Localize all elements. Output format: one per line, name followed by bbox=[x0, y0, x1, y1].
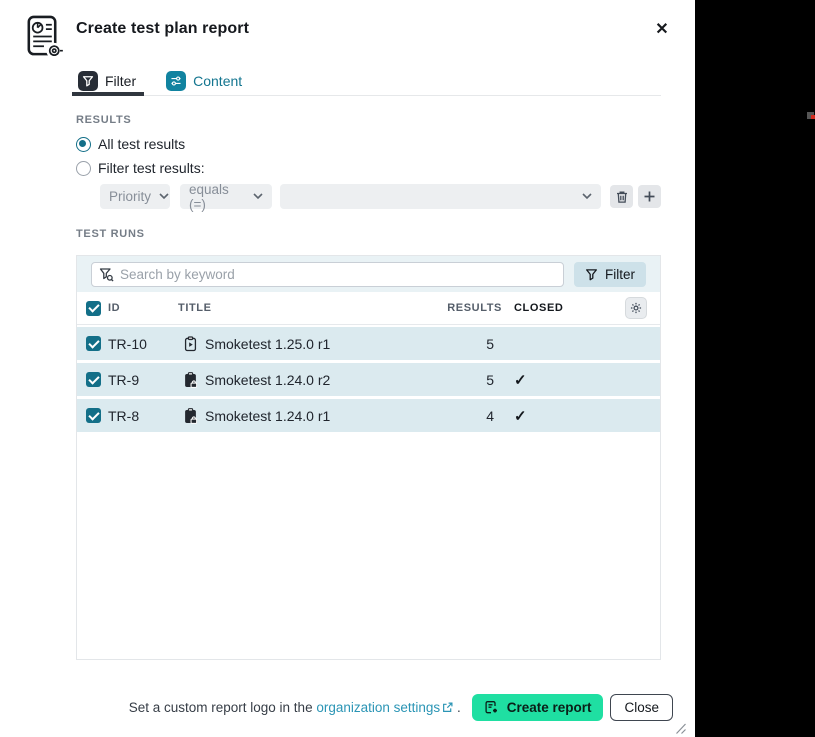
search-box bbox=[91, 262, 564, 287]
row-checkbox[interactable] bbox=[86, 336, 101, 351]
column-header-title: TITLE bbox=[178, 302, 442, 314]
table-search-bar: Filter bbox=[77, 256, 660, 292]
radio-all-label: All test results bbox=[98, 136, 185, 152]
row-results-count: 5 bbox=[442, 372, 502, 388]
resize-handle[interactable] bbox=[674, 721, 687, 735]
chevron-down-icon bbox=[159, 193, 169, 200]
row-title: Smoketest 1.24.0 r1 bbox=[205, 408, 330, 424]
content-sliders-icon bbox=[166, 71, 186, 91]
row-id: TR-10 bbox=[108, 336, 178, 352]
row-title: Smoketest 1.24.0 r2 bbox=[205, 372, 330, 388]
select-all-checkbox[interactable] bbox=[86, 301, 101, 316]
dialog-title: Create test plan report bbox=[76, 20, 249, 38]
column-header-results: RESULTS bbox=[442, 302, 502, 314]
tab-filter-label: Filter bbox=[105, 73, 136, 89]
row-closed-mark: ✓ bbox=[512, 407, 572, 425]
table-filter-label: Filter bbox=[605, 267, 635, 282]
tab-content-label: Content bbox=[193, 73, 242, 89]
table-row[interactable]: TR-10 Smoketest 1.25.0 r1 5 bbox=[77, 327, 660, 360]
operator-select-value: equals (=) bbox=[189, 182, 245, 212]
row-title: Smoketest 1.25.0 r1 bbox=[205, 336, 330, 352]
column-header-id: ID bbox=[108, 302, 178, 314]
radio-filter-test-results[interactable]: Filter test results: bbox=[76, 160, 205, 176]
test-runs-section-heading: TEST RUNS bbox=[76, 228, 145, 240]
report-document-icon bbox=[20, 13, 65, 61]
logo-note: Set a custom report logo in the organiza… bbox=[129, 700, 461, 715]
create-test-plan-report-dialog: Create test plan report ✕ Filter Content bbox=[0, 0, 695, 737]
filter-condition-row: Priority equals (=) bbox=[100, 184, 661, 209]
value-select[interactable] bbox=[280, 184, 601, 209]
row-results-count: 5 bbox=[442, 336, 502, 352]
radio-unselected-icon[interactable] bbox=[76, 161, 91, 176]
screen: Create test plan report ✕ Filter Content bbox=[0, 0, 815, 737]
table-empty-area bbox=[77, 435, 660, 659]
table-settings-button[interactable] bbox=[625, 297, 647, 319]
filter-funnel-icon bbox=[585, 268, 598, 281]
search-input[interactable] bbox=[91, 262, 564, 287]
tab-content[interactable]: Content bbox=[164, 62, 244, 95]
row-id: TR-9 bbox=[108, 372, 178, 388]
test-run-locked-icon bbox=[184, 372, 197, 388]
create-report-button[interactable]: Create report bbox=[472, 694, 604, 721]
close-button[interactable]: Close bbox=[610, 694, 673, 721]
filter-funnel-icon bbox=[78, 71, 98, 91]
table-row[interactable]: TR-8 Smoketest 1.24.0 r1 4 ✓ bbox=[77, 399, 660, 432]
table-header-row: ID TITLE RESULTS CLOSED bbox=[77, 292, 660, 325]
operator-select[interactable]: equals (=) bbox=[180, 184, 272, 209]
row-id: TR-8 bbox=[108, 408, 178, 424]
logo-note-period: . bbox=[457, 700, 461, 715]
radio-filter-label: Filter test results: bbox=[98, 160, 205, 176]
row-checkbox[interactable] bbox=[86, 408, 101, 423]
radio-selected-icon[interactable] bbox=[76, 137, 91, 152]
tab-bar: Filter Content bbox=[76, 62, 661, 96]
results-section-heading: RESULTS bbox=[76, 114, 131, 126]
dialog-footer: Set a custom report logo in the organiza… bbox=[0, 693, 673, 722]
chevron-down-icon bbox=[253, 193, 263, 200]
organization-settings-link[interactable]: organization settings bbox=[316, 700, 440, 715]
add-condition-button[interactable] bbox=[638, 185, 661, 208]
screen-artifact-red bbox=[811, 115, 815, 119]
row-checkbox[interactable] bbox=[86, 372, 101, 387]
gear-icon bbox=[629, 301, 643, 315]
radio-all-test-results[interactable]: All test results bbox=[76, 136, 185, 152]
table-filter-button[interactable]: Filter bbox=[574, 262, 646, 287]
delete-condition-button[interactable] bbox=[610, 185, 633, 208]
field-select-value: Priority bbox=[109, 189, 151, 204]
row-closed-mark: ✓ bbox=[512, 371, 572, 389]
external-link-icon bbox=[442, 702, 453, 713]
background-panel bbox=[695, 0, 815, 737]
test-runs-table: Filter ID TITLE RESULTS CLOSED TR-10 bbox=[76, 255, 661, 660]
plus-icon bbox=[643, 190, 656, 203]
field-select[interactable]: Priority bbox=[100, 184, 170, 209]
tab-filter[interactable]: Filter bbox=[76, 62, 138, 95]
column-header-closed: CLOSED bbox=[512, 302, 572, 314]
table-row[interactable]: TR-9 Smoketest 1.24.0 r2 5 ✓ bbox=[77, 363, 660, 396]
trash-icon bbox=[615, 190, 629, 204]
row-results-count: 4 bbox=[442, 408, 502, 424]
chevron-down-icon bbox=[582, 193, 592, 200]
report-sparkle-icon bbox=[484, 700, 499, 715]
funnel-search-icon bbox=[99, 267, 114, 282]
logo-note-text: Set a custom report logo in the bbox=[129, 700, 313, 715]
dialog-close-icon[interactable]: ✕ bbox=[648, 16, 676, 42]
test-run-locked-icon bbox=[184, 408, 197, 424]
create-report-label: Create report bbox=[507, 700, 592, 715]
test-run-active-icon bbox=[184, 336, 197, 352]
